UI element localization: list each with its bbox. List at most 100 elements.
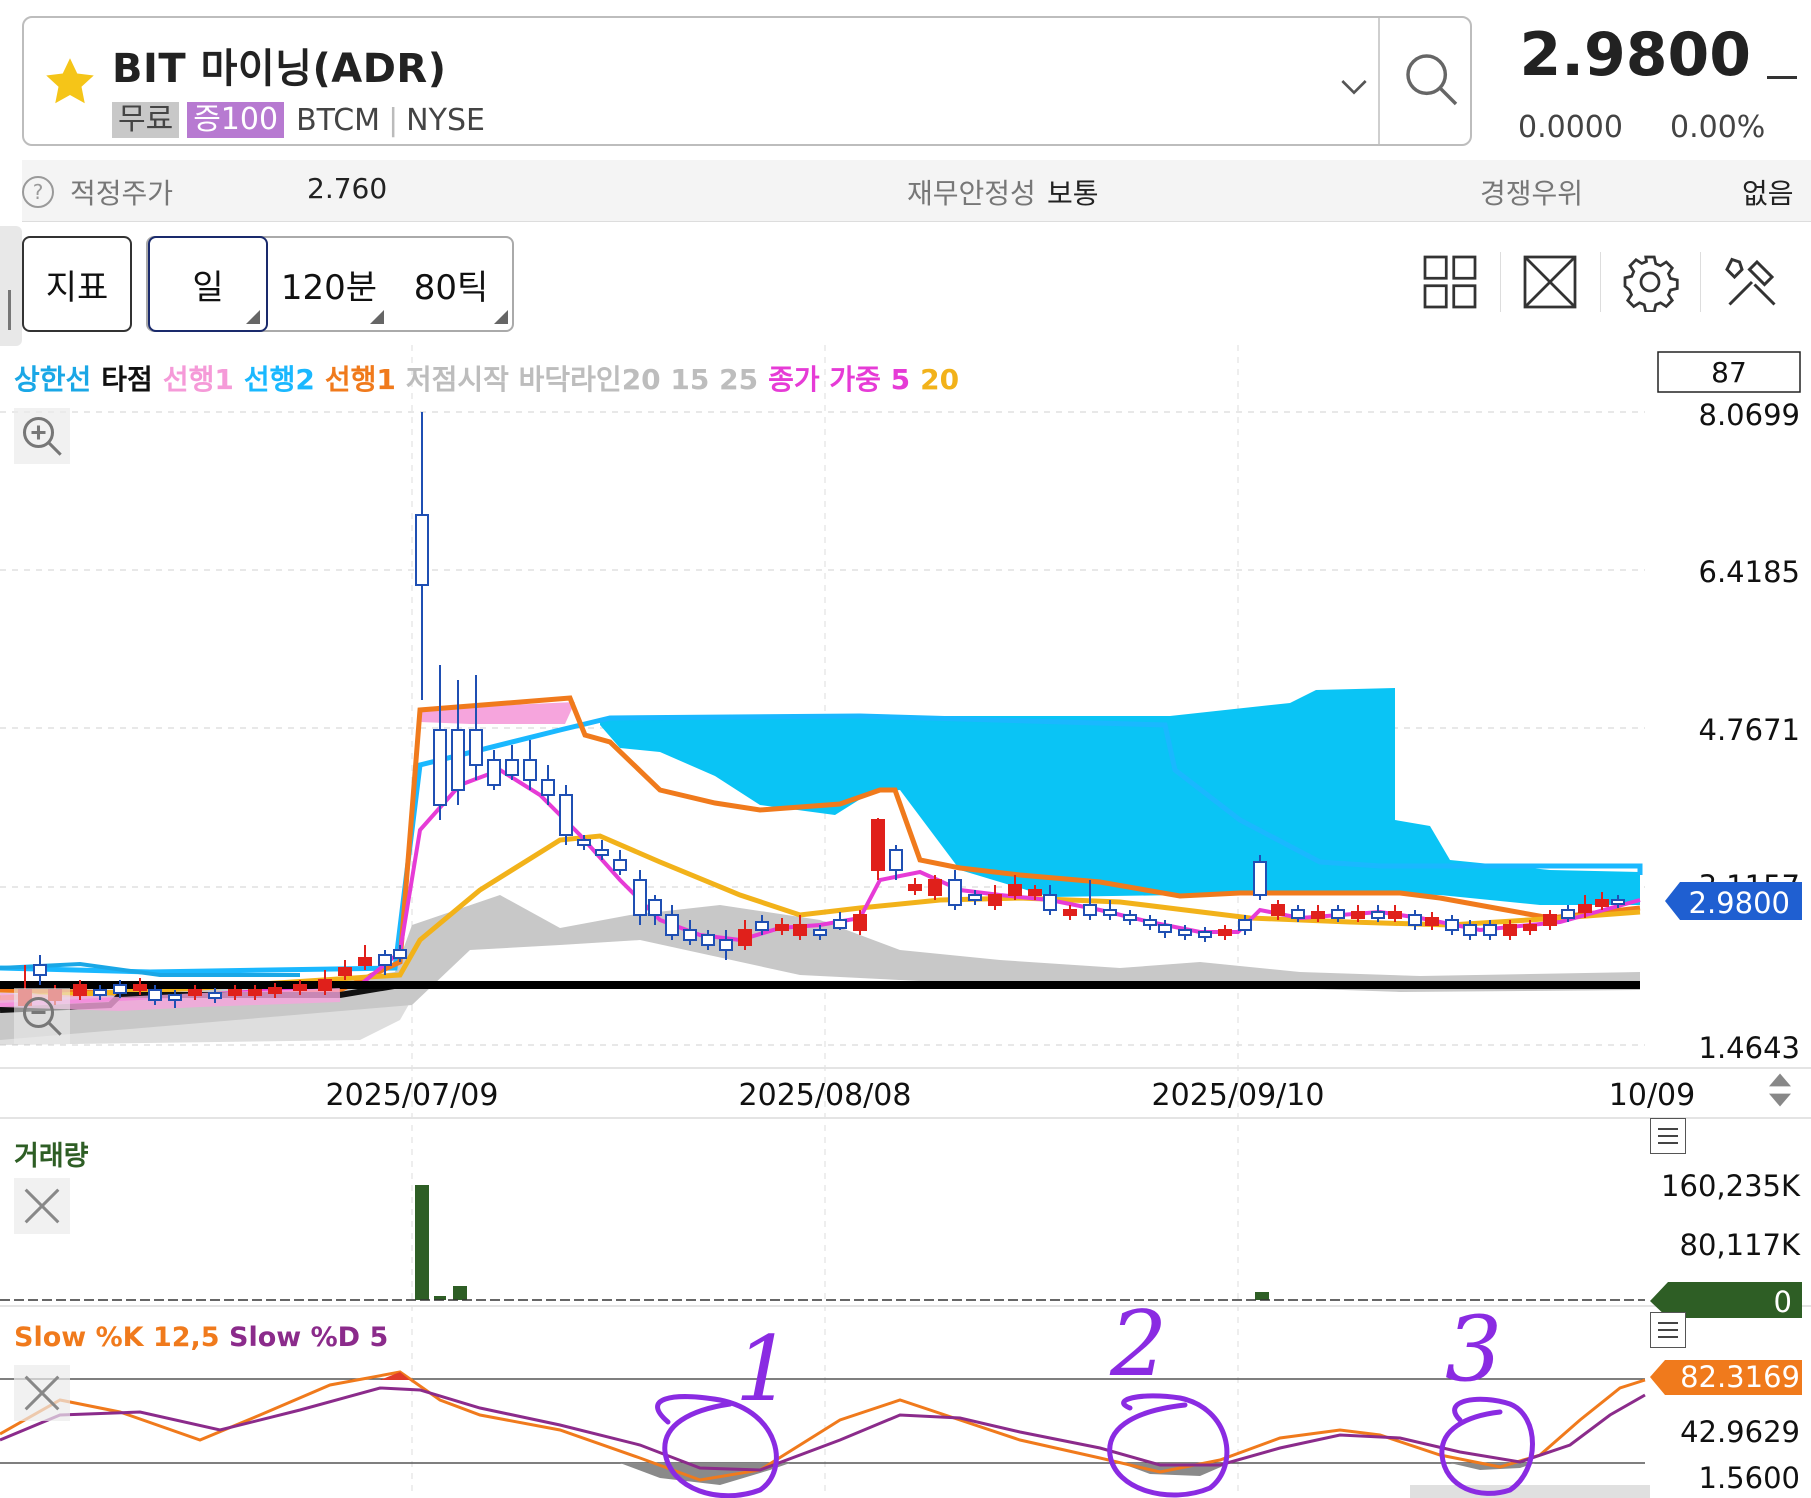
candle-body xyxy=(1578,904,1592,913)
candle-body xyxy=(133,984,147,991)
stoch-label-2: 1.5600 xyxy=(1699,1461,1800,1495)
date-label-4: 10/09 xyxy=(1609,1078,1695,1113)
candle-body xyxy=(595,849,609,856)
candle-body xyxy=(948,879,962,906)
candle-body xyxy=(1063,909,1077,916)
period-120min-button[interactable]: 120분 xyxy=(270,238,388,330)
candle-body xyxy=(188,989,202,996)
indicator-legend[interactable]: 상한선 타점 선행1 선행2 선행1 저점시작 바닥라인20 15 25 종가 가중 5 20 xyxy=(14,358,969,398)
price-label-3: 4.7671 xyxy=(1699,713,1800,747)
slow-k-title: Slow %K 12,5 xyxy=(14,1322,220,1353)
stability-label: 재무안정성 xyxy=(907,177,1036,210)
search-divider xyxy=(1378,18,1380,144)
candle-body xyxy=(1311,911,1325,919)
layout-grid-icon[interactable] xyxy=(1420,252,1480,312)
candle-body xyxy=(559,794,573,836)
period-day-label: 일 xyxy=(192,267,224,308)
volume-title: 거래량 xyxy=(14,1141,89,1172)
valuation-info-bar: ? 적정주가 2.760 재무안정성 보통 경쟁우위 없음 xyxy=(22,160,1811,222)
volume-close-icon[interactable] xyxy=(14,1178,70,1234)
stochastic-menu-icon[interactable] xyxy=(1650,1312,1686,1348)
date-label-2: 2025/08/08 xyxy=(739,1078,912,1113)
candle-body xyxy=(1158,924,1172,933)
candle-body xyxy=(738,929,752,946)
candle-body xyxy=(1351,911,1365,919)
candle-body xyxy=(113,984,127,994)
candle-body xyxy=(928,879,942,896)
gear-icon[interactable] xyxy=(1620,252,1680,312)
date-label-1: 2025/07/09 xyxy=(326,1078,499,1113)
stock-search-box[interactable]: BIT 마이닝(ADR) 무료 증100 BTCM | NYSE xyxy=(22,16,1472,146)
candle-body xyxy=(358,957,372,966)
candle-body xyxy=(889,849,903,871)
annotation-circle-3 xyxy=(1439,1396,1535,1496)
price-change: 0.0000 xyxy=(1518,110,1623,145)
annotation-number-2: 2 xyxy=(1109,1292,1167,1397)
candle-body xyxy=(1408,914,1422,926)
candle-body xyxy=(541,779,555,796)
stochastic-close-icon[interactable] xyxy=(14,1365,70,1421)
candle-body xyxy=(1198,931,1212,938)
candle-body xyxy=(683,929,697,941)
volume-menu-icon[interactable] xyxy=(1650,1118,1686,1154)
free-badge: 무료 xyxy=(112,102,180,138)
date-label-3: 2025/09/10 xyxy=(1152,1078,1325,1113)
period-selector: 일 120분 80틱 xyxy=(146,236,514,332)
candle-body xyxy=(168,994,182,1001)
search-icon[interactable] xyxy=(1400,48,1464,112)
price-label-2: 6.4185 xyxy=(1699,555,1800,589)
candle-body xyxy=(1595,899,1609,907)
candle-body xyxy=(633,879,647,916)
candle-body xyxy=(1271,904,1285,916)
candle-body xyxy=(338,967,352,976)
zoom-out-icon[interactable] xyxy=(14,988,70,1044)
period-80tick-button[interactable]: 80틱 xyxy=(390,238,512,330)
candle-body xyxy=(1083,904,1097,916)
help-icon[interactable]: ? xyxy=(22,176,54,208)
zoom-in-icon[interactable] xyxy=(14,408,70,464)
candle-body xyxy=(908,884,922,891)
candle-body xyxy=(648,899,662,916)
axis-scroll-arrows-icon[interactable] xyxy=(1758,1068,1802,1112)
tag-separator: | xyxy=(388,102,399,138)
candle-body xyxy=(853,914,867,931)
favorite-star-icon[interactable] xyxy=(40,52,100,112)
ichimoku-cloud xyxy=(600,688,1640,905)
chevron-down-icon[interactable] xyxy=(1334,66,1374,106)
fullscreen-icon[interactable] xyxy=(1520,252,1580,312)
legend-item-5: 저점시작 바닥라인20 15 25 xyxy=(405,363,759,396)
drawing-tools-icon[interactable] xyxy=(1722,252,1782,312)
price-label-1: 8.0699 xyxy=(1699,398,1800,432)
stock-market: NYSE xyxy=(406,102,485,138)
candle-body xyxy=(871,819,885,871)
candle-body xyxy=(1143,919,1157,926)
candle-body xyxy=(1611,899,1625,905)
toolbar-separator xyxy=(1600,252,1601,312)
period-80tick-label: 80틱 xyxy=(413,267,489,308)
candle-body xyxy=(208,992,222,999)
candle-body xyxy=(1503,924,1517,936)
candle-body xyxy=(293,984,307,991)
candle-body xyxy=(1123,914,1137,921)
fair-price-label: 적정주가 xyxy=(70,177,174,210)
fair-price-value: 2.760 xyxy=(307,172,388,205)
current-price: 2.9800 xyxy=(1519,20,1751,90)
candle-body xyxy=(755,921,769,931)
candle-body xyxy=(393,949,407,959)
candle-body xyxy=(228,989,242,996)
candle-body xyxy=(988,894,1002,906)
annotation-circle-2 xyxy=(1107,1393,1230,1498)
stochastic-title: Slow %K 12,5 Slow %D 5 xyxy=(14,1322,388,1353)
candle-body xyxy=(833,919,847,929)
indicator-button[interactable]: 지표 xyxy=(22,236,132,332)
candle-body xyxy=(719,939,733,951)
candle-body xyxy=(268,987,282,994)
stability-value: 보통 xyxy=(1047,177,1099,210)
candle-body xyxy=(415,514,429,586)
candle-body xyxy=(1291,909,1305,919)
period-day-button[interactable]: 일 xyxy=(148,236,268,332)
candle-body xyxy=(665,914,679,936)
stock-name: BIT 마이닝(ADR) xyxy=(112,46,447,92)
side-drawer-handle[interactable] xyxy=(0,226,22,346)
candle-body xyxy=(1043,894,1057,911)
